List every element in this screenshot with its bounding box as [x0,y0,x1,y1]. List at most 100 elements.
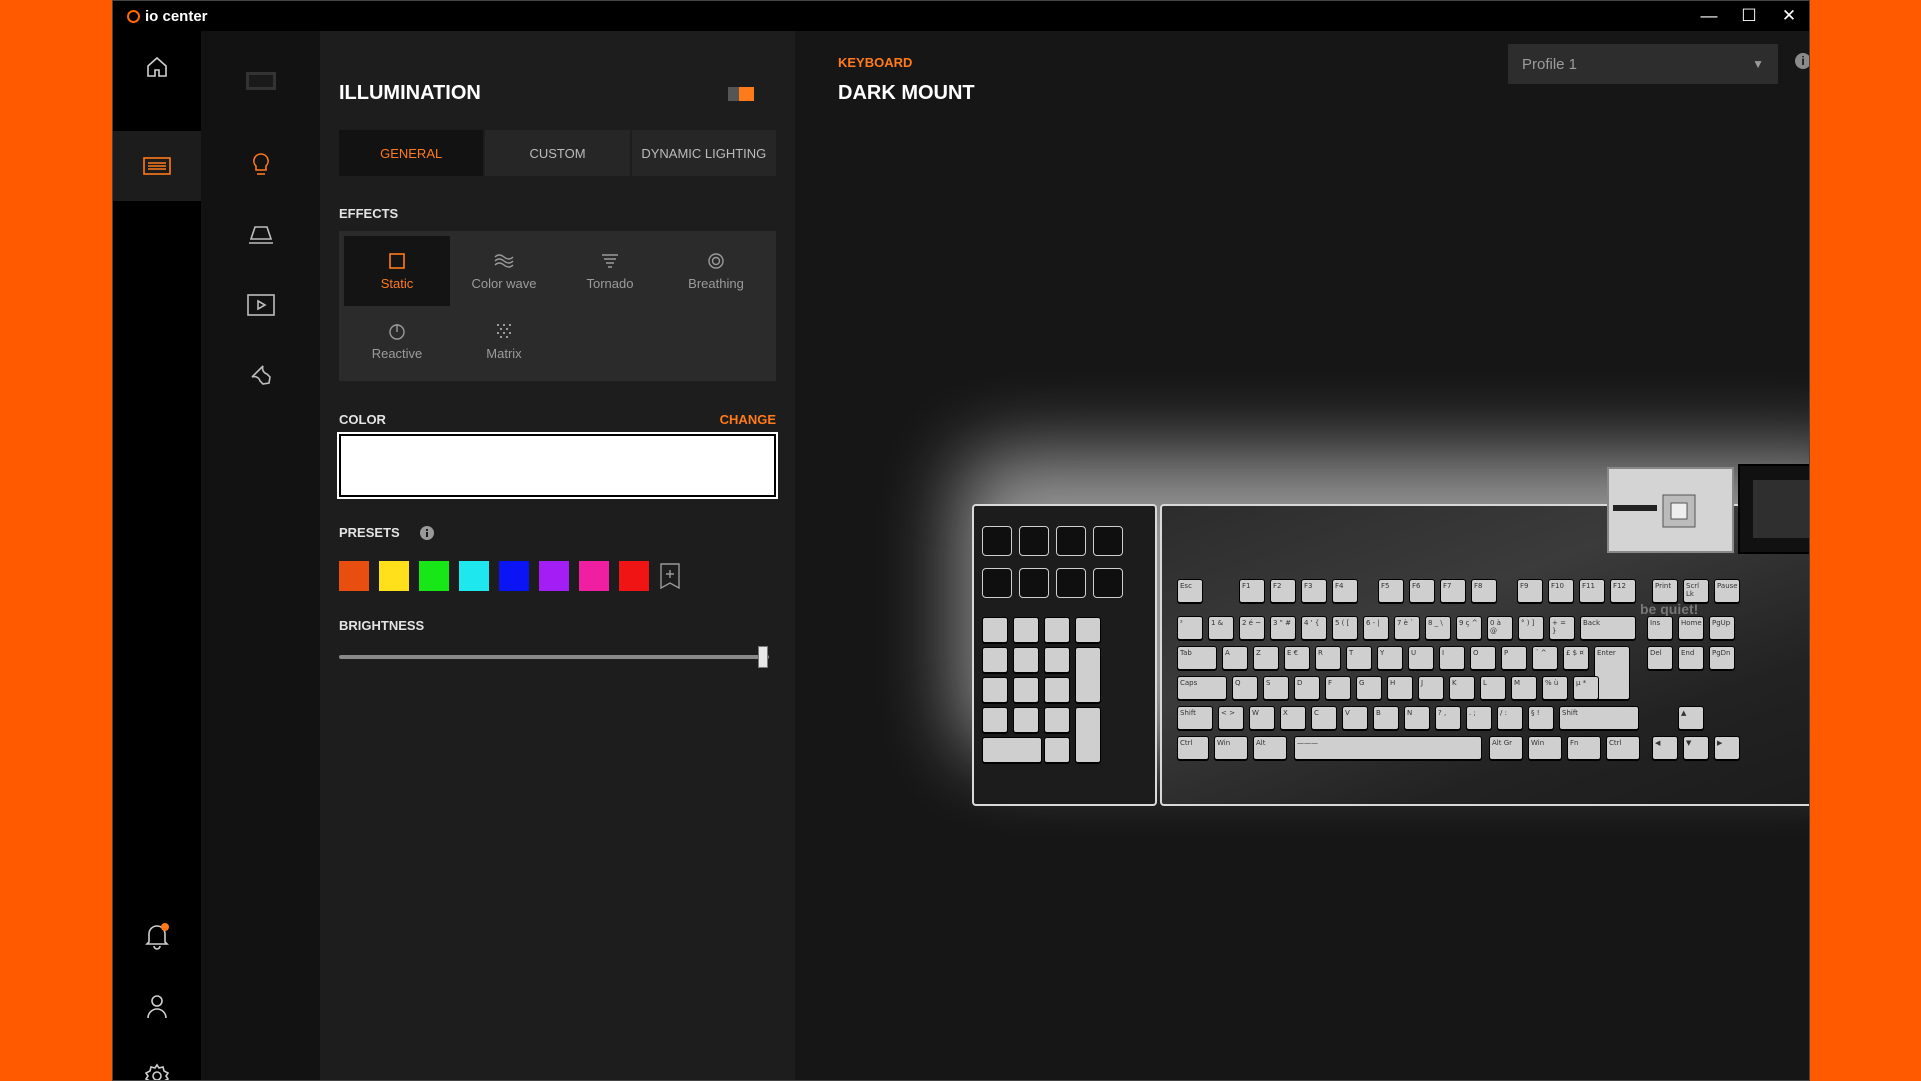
keyboard-key[interactable] [982,737,1042,763]
keyboard-key[interactable]: ¨ ^ [1532,646,1558,670]
preset-swatch[interactable] [539,561,569,591]
nav-settings[interactable] [113,1041,201,1080]
macro-key[interactable] [982,526,1012,556]
profile-select[interactable]: Profile 1 ▼ [1508,44,1778,84]
tab-general[interactable]: GENERAL [339,130,484,176]
keyboard-key[interactable]: Home [1678,616,1704,640]
nav-home[interactable] [113,32,201,102]
subnav-performance[interactable] [201,205,320,265]
maximize-button[interactable]: ☐ [1729,1,1769,31]
brightness-slider-track[interactable] [339,655,769,659]
effect-reactive[interactable]: Reactive [344,306,450,376]
keyboard-key[interactable]: Ctrl [1177,736,1209,760]
keyboard-key[interactable]: P [1501,646,1527,670]
keyboard-key[interactable]: 3 " # [1270,616,1296,640]
tab-dynamic-lighting[interactable]: DYNAMIC LIGHTING [631,130,776,176]
keyboard-key[interactable]: Z [1253,646,1279,670]
keyboard-key[interactable]: W [1249,706,1275,730]
current-color-preview[interactable] [337,432,778,499]
keyboard-key[interactable]: Shift [1559,706,1639,730]
preset-swatch[interactable] [379,561,409,591]
keyboard-key[interactable]: F4 [1332,579,1358,603]
nav-keyboard[interactable] [113,131,201,201]
brightness-slider-thumb[interactable] [758,646,768,668]
macro-key[interactable] [1056,526,1086,556]
keyboard-key[interactable]: Y [1377,646,1403,670]
keyboard-key[interactable]: < > [1218,706,1244,730]
add-preset-icon[interactable] [659,563,681,589]
keyboard-key[interactable]: Fn [1567,736,1601,760]
keyboard-key[interactable]: Scrl Lk [1683,579,1709,603]
keyboard-key[interactable]: ——— [1294,736,1482,760]
keyboard-key[interactable]: U [1408,646,1434,670]
preset-swatch[interactable] [459,561,489,591]
keyboard-key[interactable] [1044,677,1070,703]
effect-tornado[interactable]: Tornado [557,236,663,306]
keyboard-key[interactable]: V [1342,706,1368,730]
keyboard-key[interactable]: D [1294,676,1320,700]
keyboard-key[interactable]: B [1373,706,1399,730]
device-thumbnail[interactable] [201,51,320,111]
keyboard-key[interactable]: G [1356,676,1382,700]
macro-key[interactable] [982,568,1012,598]
keyboard-key[interactable] [1044,647,1070,673]
keyboard-key[interactable]: Pause [1714,579,1740,603]
keyboard-key[interactable]: Tab [1177,646,1217,670]
change-color-button[interactable]: CHANGE [720,412,776,427]
keyboard-key[interactable] [982,707,1008,733]
effect-matrix[interactable]: Matrix [451,306,557,376]
nav-notifications[interactable] [113,901,201,971]
keyboard-key[interactable]: PgDn [1709,646,1735,670]
macro-key[interactable] [1019,568,1049,598]
effect-breathing[interactable]: Breathing [663,236,769,306]
keyboard-key[interactable]: § ! [1528,706,1554,730]
keyboard-key[interactable]: J [1418,676,1444,700]
keyboard-key[interactable] [1013,617,1039,643]
keyboard-key[interactable]: S [1263,676,1289,700]
keyboard-key[interactable] [1044,617,1070,643]
minimize-button[interactable]: — [1689,1,1729,31]
keyboard-key[interactable]: £ $ ¤ [1563,646,1589,670]
keyboard-key[interactable]: + = } [1549,616,1575,640]
keyboard-key[interactable]: Alt [1253,736,1287,760]
keyboard-key[interactable]: Q [1232,676,1258,700]
presets-info-icon[interactable] [419,525,435,541]
keyboard-key[interactable]: T [1346,646,1372,670]
keyboard-key[interactable]: Shift [1177,706,1213,730]
subnav-tools[interactable] [201,345,320,405]
keyboard-key[interactable]: End [1678,646,1704,670]
macro-key[interactable] [1093,526,1123,556]
macro-key[interactable] [1093,568,1123,598]
keyboard-key[interactable]: Ins [1647,616,1673,640]
keyboard-key[interactable] [982,617,1008,643]
keyboard-key[interactable] [982,647,1008,673]
keyboard-key[interactable]: F10 [1548,579,1574,603]
keyboard-key[interactable]: F [1325,676,1351,700]
effect-static[interactable]: Static [344,236,450,306]
keyboard-key[interactable]: C [1311,706,1337,730]
keyboard-key[interactable]: Ctrl [1606,736,1640,760]
keyboard-key[interactable]: I [1439,646,1465,670]
nav-account[interactable] [113,971,201,1041]
keyboard-key[interactable]: K [1449,676,1475,700]
keyboard-key[interactable] [1075,617,1101,643]
keyboard-key[interactable]: Win [1214,736,1248,760]
keyboard-key[interactable]: O [1470,646,1496,670]
keyboard-key[interactable]: F3 [1301,579,1327,603]
keyboard-key[interactable] [1013,707,1039,733]
keyboard-key[interactable]: 5 ( [ [1332,616,1358,640]
keyboard-key[interactable]: ▲ [1678,706,1704,730]
keyboard-key[interactable]: 7 è ` [1394,616,1420,640]
keyboard-key[interactable] [1044,707,1070,733]
keyboard-key[interactable]: R [1315,646,1341,670]
keyboard-key[interactable]: 2 é ~ [1239,616,1265,640]
keyboard-key[interactable]: µ * [1573,676,1599,700]
keyboard-key[interactable]: Caps [1177,676,1227,700]
keyboard-key[interactable]: F2 [1270,579,1296,603]
keyboard-key[interactable]: Back [1580,616,1636,640]
keyboard-key[interactable]: F7 [1440,579,1466,603]
keyboard-key[interactable]: Esc [1177,579,1203,603]
keyboard-key[interactable]: Enter [1594,646,1630,700]
keyboard-key[interactable]: Del [1647,646,1673,670]
keyboard-key[interactable]: ° ) ] [1518,616,1544,640]
